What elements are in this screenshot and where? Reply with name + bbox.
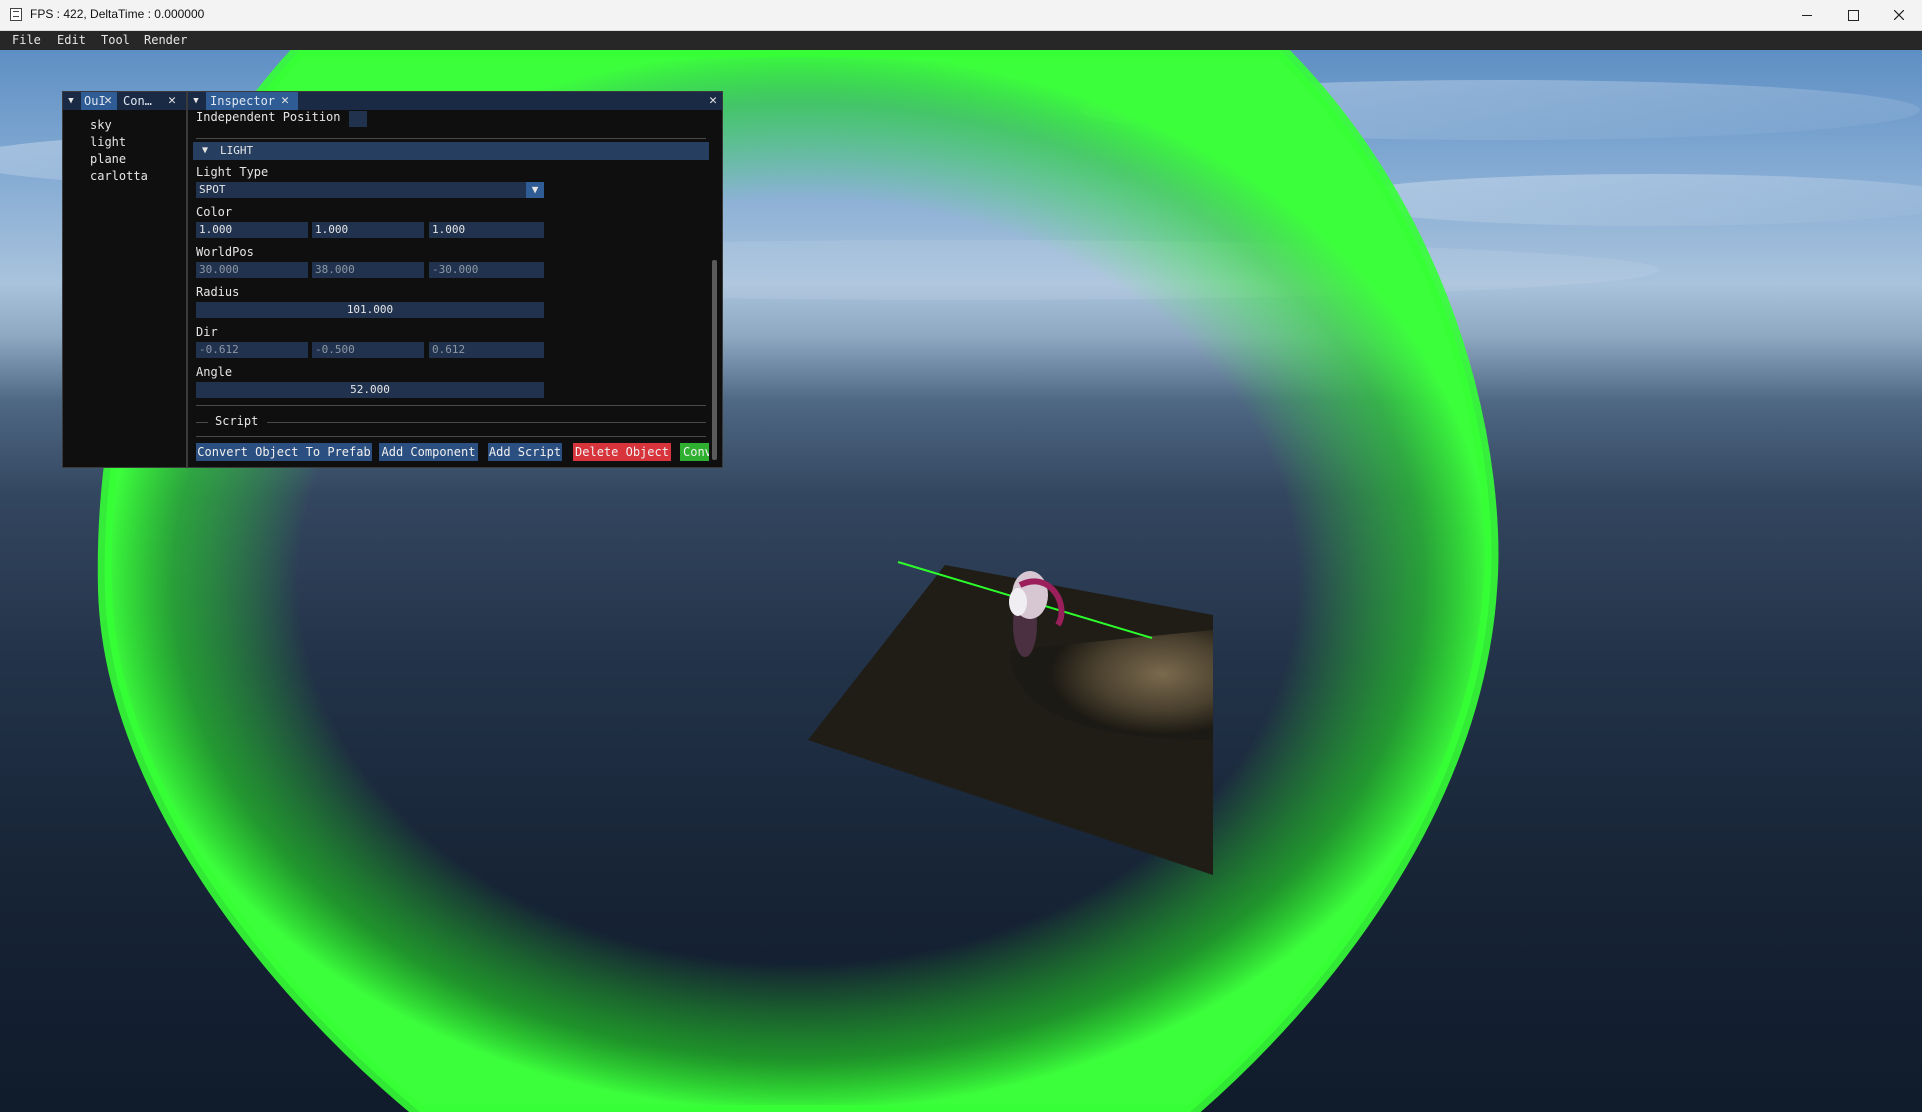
outliner-item-sky[interactable]: sky: [90, 118, 112, 132]
separator: [267, 422, 706, 423]
color-label: Color: [196, 205, 233, 219]
window-titlebar: FPS : 422, DeltaTime : 0.000000: [0, 0, 1922, 31]
close-icon: [1894, 10, 1904, 20]
outliner-panel: ▼ OuI ✕ Con… ✕ sky light plane carlotta: [62, 91, 187, 468]
separator: [196, 422, 208, 423]
minimize-button[interactable]: [1784, 0, 1830, 30]
inspector-panel: ▼ Inspector ✕ ✕ Independent Position ▼ L…: [187, 91, 723, 468]
independent-position-label: Independent Position: [196, 110, 341, 124]
radius-label: Radius: [196, 285, 240, 299]
independent-position-checkbox[interactable]: [349, 111, 367, 127]
separator: [196, 436, 706, 437]
outliner-item-carlotta[interactable]: carlotta: [90, 169, 148, 183]
worldpos-label: WorldPos: [196, 245, 254, 259]
convert-button-truncated[interactable]: Conv: [680, 443, 709, 461]
close-icon[interactable]: ✕: [165, 92, 179, 110]
tab-inspector-label: Inspector: [210, 94, 276, 108]
tab-outliner[interactable]: OuI ✕: [81, 92, 117, 110]
window-title: FPS : 422, DeltaTime : 0.000000: [30, 7, 205, 21]
angle-slider[interactable]: 52.000: [196, 382, 544, 398]
color-g-input[interactable]: 1.000: [312, 222, 424, 238]
convert-to-prefab-button[interactable]: Convert Object To Prefab: [196, 443, 372, 461]
tab-console-label: Con…: [123, 94, 152, 108]
inspector-scrollbar[interactable]: [712, 260, 717, 460]
menu-tool[interactable]: Tool: [101, 33, 130, 47]
outliner-tabbar: ▼ OuI ✕ Con… ✕: [63, 92, 186, 110]
worldpos-x-input: 30.000: [196, 262, 308, 278]
close-icon[interactable]: ✕: [101, 92, 115, 110]
light-type-select[interactable]: SPOT ▼: [196, 182, 544, 198]
light-section-title: LIGHT: [220, 144, 254, 157]
light-type-value: SPOT: [199, 183, 226, 196]
color-r-input[interactable]: 1.000: [196, 222, 308, 238]
menu-edit[interactable]: Edit: [57, 33, 86, 47]
app-icon: [10, 8, 22, 21]
separator: [196, 405, 706, 406]
chevron-down-icon[interactable]: ▼: [526, 182, 544, 198]
outliner-item-light[interactable]: light: [90, 135, 126, 149]
add-component-button[interactable]: Add Component: [379, 443, 478, 461]
dir-x-input: -0.612: [196, 342, 308, 358]
tab-console[interactable]: Con… ✕: [119, 92, 185, 110]
menu-bar: File Edit Tool Render: [0, 31, 1922, 50]
menu-render[interactable]: Render: [144, 33, 187, 47]
dir-label: Dir: [196, 325, 218, 339]
tab-inspector[interactable]: Inspector ✕: [206, 92, 298, 110]
menu-file[interactable]: File: [12, 33, 41, 47]
worldpos-y-input: 38.000: [312, 262, 424, 278]
light-type-label: Light Type: [196, 165, 269, 179]
dock-menu-icon[interactable]: ▼: [63, 92, 79, 110]
maximize-button[interactable]: [1830, 0, 1876, 30]
dir-z-input: 0.612: [429, 342, 544, 358]
outliner-item-plane[interactable]: plane: [90, 152, 126, 166]
radius-slider[interactable]: 101.000: [196, 302, 544, 318]
add-script-button[interactable]: Add Script: [488, 443, 562, 461]
close-window-button[interactable]: [1876, 0, 1922, 30]
angle-label: Angle: [196, 365, 233, 379]
script-label: Script: [215, 414, 259, 428]
separator: [196, 138, 706, 139]
inspector-tabbar: ▼ Inspector ✕ ✕: [188, 92, 722, 110]
delete-object-button[interactable]: Delete Object: [573, 443, 671, 461]
close-icon[interactable]: ✕: [278, 92, 292, 110]
light-section-header[interactable]: ▼ LIGHT: [193, 142, 709, 160]
dir-y-input: -0.500: [312, 342, 424, 358]
close-panel-button[interactable]: ✕: [706, 92, 720, 110]
worldpos-z-input: -30.000: [429, 262, 544, 278]
color-b-input[interactable]: 1.000: [429, 222, 544, 238]
collapse-arrow-icon: ▼: [202, 145, 209, 156]
dock-menu-icon[interactable]: ▼: [188, 92, 204, 110]
